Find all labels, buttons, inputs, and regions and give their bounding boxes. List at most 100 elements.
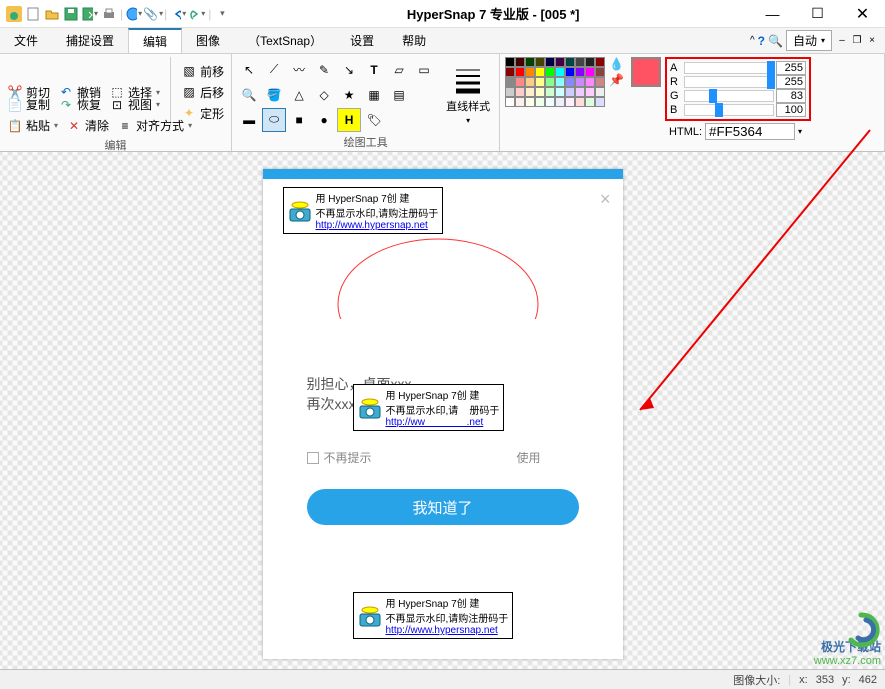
tool-blank1[interactable] [412,83,436,107]
dont-show-checkbox[interactable]: 不再提示 使用 [307,449,541,466]
checkbox-icon[interactable] [307,452,319,464]
tool-erase[interactable]: ▭ [412,58,436,82]
web-icon[interactable] [126,6,142,22]
site-watermark: 极光下载站 www.xz7.com [814,638,881,667]
swirl-icon [841,610,881,650]
window-title: HyperSnap 7 专业版 - [005 *] [236,4,750,23]
paste-button[interactable]: 📋粘贴 [5,116,60,135]
tool-blank2[interactable] [387,108,411,132]
tool-highlight[interactable]: H [337,108,361,132]
qat-dropdown-icon[interactable]: ▾ [214,6,230,22]
save-icon[interactable] [63,6,79,22]
dialog-close-icon[interactable]: × [600,189,611,210]
tool-rect[interactable]: ▬ [237,108,261,132]
tool-pencil[interactable]: ✎ [312,58,336,82]
status-bar: 图像大小: | x:353 y:462 [0,669,885,689]
tool-rect-fill[interactable]: ■ [287,108,311,132]
red-value[interactable]: 255 [776,75,806,89]
tool-callout[interactable]: ▱ [387,58,411,82]
tab-capture[interactable]: 捕捉设置 [52,28,128,53]
group-label-tools: 绘图工具 [237,132,494,150]
help-icon[interactable]: ? [758,34,765,48]
tool-ellipse-fill[interactable]: ● [312,108,336,132]
redo-button[interactable]: ↷恢复 [56,95,103,114]
zoom-selector[interactable]: 自动▾ [786,30,832,51]
camera-icon [358,396,382,420]
view-button[interactable]: ⊡视图 [107,95,162,114]
tool-poly[interactable]: △ [287,83,311,107]
document[interactable]: × 用 HyperSnap 7创 建不再显示水印,请购注册码于http://ww… [263,169,623,659]
ok-button[interactable]: 我知道了 [307,489,579,525]
tab-help[interactable]: 帮助 [388,28,440,53]
align-button[interactable]: ≡对齐方式 [115,116,194,135]
attach-icon[interactable]: 📎 [145,6,161,22]
watermark-link[interactable]: http://www.hypersnap.net [316,220,428,231]
app-icon [6,6,22,22]
tab-edit[interactable]: 编辑 [128,28,182,53]
tool-text[interactable]: T [362,58,386,82]
tool-note[interactable]: ▦ [362,83,386,107]
open-icon[interactable] [44,6,60,22]
search-icon[interactable]: 🔍 [768,34,783,48]
save-as-icon[interactable] [82,6,98,22]
html-color-input[interactable] [705,123,795,140]
tool-star[interactable]: ★ [337,83,361,107]
watermark-link[interactable]: http://www.hypersnap.net [386,625,498,636]
drawing-tools-grid: ↖ ⟋ 〰 ✎ ↘ T ▱ ▭ 🔍 🪣 △ ◇ ★ ▦ ▤ ▬ ⬭ ■ ● [237,58,436,132]
tool-curve[interactable]: 〰 [287,58,311,82]
canvas-area[interactable]: × 用 HyperSnap 7创 建不再显示水印,请购注册码于http://ww… [0,152,885,669]
clear-button[interactable]: ✕清除 [64,116,111,135]
group-label-edit: 编辑 [5,135,226,153]
tool-line[interactable]: ⟋ [262,58,286,82]
tool-ellipse[interactable]: ⬭ [262,108,286,132]
copy-button[interactable]: 📄复制 [5,95,52,114]
current-color-swatch[interactable] [631,57,661,87]
tool-zoom[interactable]: 🔍 [237,83,261,107]
print-icon[interactable] [101,6,117,22]
mdi-controls: – ❐ × [835,35,879,46]
eyedropper-icon[interactable]: 💧 [609,57,624,71]
cursor-x-label: x: [799,674,808,686]
ribbon-group-edit: ✂️剪切 ↶撤销 ⬚选择 ▧前移 ▨后移 ✦定形 📄复制 ↷恢复 ⊡视图 [0,54,232,151]
alpha-value[interactable]: 255 [776,61,806,75]
alpha-slider[interactable] [684,62,774,74]
color-dropdown-icon[interactable]: ▾ [798,127,802,136]
mdi-restore[interactable]: ❐ [850,35,864,46]
pin-icon[interactable]: 📌 [609,73,624,87]
tab-image[interactable]: 图像 [182,28,234,53]
tab-settings[interactable]: 设置 [336,28,388,53]
mdi-minimize[interactable]: – [835,35,849,46]
blue-slider[interactable] [684,104,774,116]
tool-pointer[interactable]: ↖ [237,58,261,82]
tool-blank3[interactable] [412,108,436,132]
undo-qat-icon[interactable] [170,6,186,22]
watermark-mid: 用 HyperSnap 7创 建不再显示水印,请 册码于http://ww .n… [353,384,505,431]
color-swatches[interactable] [505,57,605,140]
mdi-close[interactable]: × [865,35,879,46]
menu-up-icon[interactable]: ^ [750,35,755,46]
maximize-button[interactable]: ☐ [795,0,840,28]
image-size-label: 图像大小: [733,672,780,688]
tool-shade[interactable]: ▤ [387,83,411,107]
minimize-button[interactable]: — [750,0,795,28]
cursor-y-label: y: [842,674,851,686]
green-slider[interactable] [684,90,774,102]
new-icon[interactable] [25,6,41,22]
green-value[interactable]: 83 [776,89,806,103]
line-style-button[interactable]: 直线样式 ▾ [442,62,494,127]
window-controls: — ☐ ✕ [750,0,885,28]
close-button[interactable]: ✕ [840,0,885,28]
tab-file[interactable]: 文件 [0,28,52,53]
doc-topbar [263,169,623,179]
camera-icon [358,604,382,628]
watermark-link[interactable]: http://ww .net [386,417,484,428]
redo-qat-icon[interactable] [189,6,205,22]
tool-flood[interactable]: 🪣 [262,83,286,107]
red-slider[interactable] [684,76,774,88]
tool-arrow[interactable]: ↘ [337,58,361,82]
tool-stamp[interactable]: 🏷 [362,108,386,132]
blue-value[interactable]: 100 [776,103,806,117]
camera-icon [288,199,312,223]
tab-textsnap[interactable]: （TextSnap） [234,28,336,53]
tool-closed[interactable]: ◇ [312,83,336,107]
